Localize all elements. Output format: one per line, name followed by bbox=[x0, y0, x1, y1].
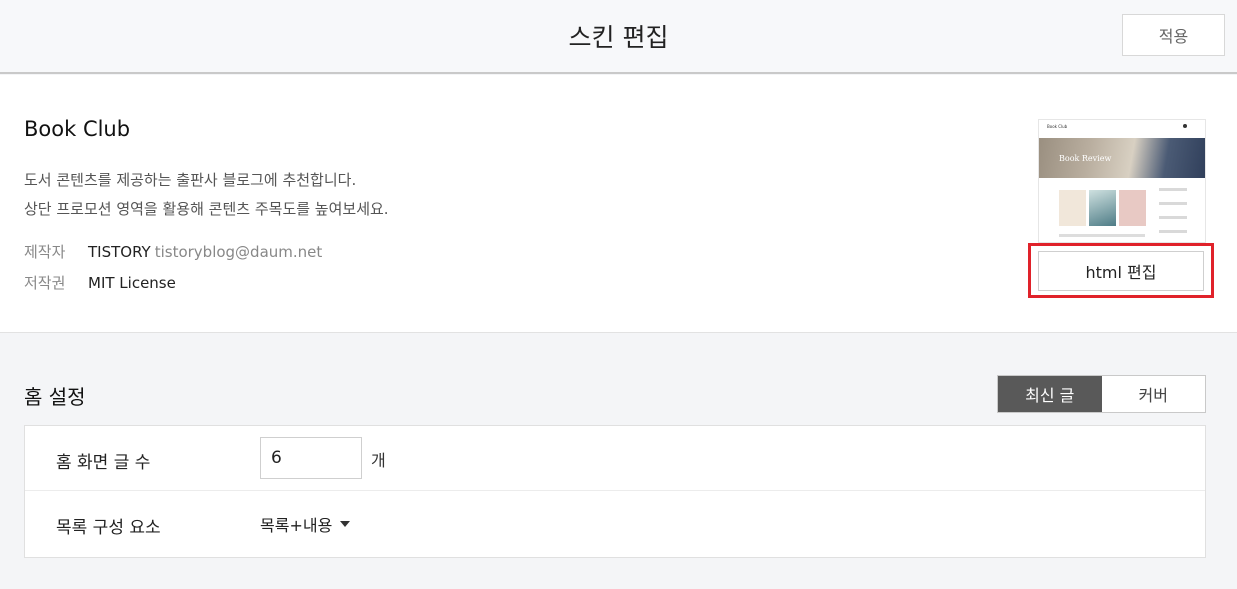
caret-down-icon bbox=[340, 521, 351, 527]
post-count-unit: 개 bbox=[371, 451, 386, 470]
list-composition-select[interactable]: 목록+내용 bbox=[260, 512, 351, 536]
preview-sidebar-line bbox=[1159, 230, 1187, 233]
preview-sidebar-line bbox=[1159, 216, 1187, 219]
list-composition-label: 목록 구성 요소 bbox=[56, 518, 161, 538]
apply-button[interactable]: 적용 bbox=[1122, 14, 1225, 56]
home-type-tabs: 최신 글 커버 bbox=[997, 375, 1206, 413]
tab-cover[interactable]: 커버 bbox=[1101, 376, 1205, 412]
skin-preview-thumbnail: Book Club Book Review bbox=[1038, 119, 1206, 243]
preview-menu-icon bbox=[1183, 124, 1187, 128]
skin-info-panel: Book Club 도서 콘텐츠를 제공하는 출판사 블로그에 추천합니다. 상… bbox=[0, 75, 1237, 333]
preview-card bbox=[1119, 190, 1146, 226]
preview-caption bbox=[1059, 234, 1145, 237]
home-settings-panel: 홈 화면 글 수 개 목록 구성 요소 목록+내용 bbox=[24, 425, 1206, 558]
post-count-label: 홈 화면 글 수 bbox=[56, 453, 151, 473]
license-row: 저작권 MIT License bbox=[24, 273, 176, 293]
page-title: 스킨 편집 bbox=[568, 23, 669, 52]
tab-latest-posts[interactable]: 최신 글 bbox=[998, 376, 1102, 412]
list-composition-value: 목록+내용 bbox=[260, 516, 333, 535]
author-label: 제작자 bbox=[24, 243, 66, 261]
preview-card bbox=[1059, 190, 1086, 226]
preview-banner-text: Book Review bbox=[1059, 154, 1112, 163]
description-line: 도서 콘텐츠를 제공하는 출판사 블로그에 추천합니다. bbox=[24, 171, 357, 189]
home-settings-title: 홈 설정 bbox=[24, 385, 86, 409]
preview-sidebar-line bbox=[1159, 188, 1187, 191]
html-edit-highlight: html 편집 bbox=[1028, 243, 1214, 298]
html-edit-button[interactable]: html 편집 bbox=[1038, 251, 1204, 291]
skin-name: Book Club bbox=[24, 117, 131, 141]
preview-sidebar-line bbox=[1159, 202, 1187, 205]
license-value: MIT License bbox=[88, 274, 176, 292]
author-row: 제작자 TISTORY tistoryblog@daum.net bbox=[24, 242, 322, 262]
preview-card bbox=[1089, 190, 1116, 226]
description-line: 상단 프로모션 영역을 활용해 콘텐츠 주목도를 높여보세요. bbox=[24, 200, 389, 218]
author-name: TISTORY bbox=[88, 243, 151, 261]
top-bar: 스킨 편집 적용 bbox=[0, 0, 1237, 74]
author-email: tistoryblog@daum.net bbox=[154, 243, 323, 261]
post-count-row: 홈 화면 글 수 개 bbox=[25, 426, 1205, 491]
skin-description: 도서 콘텐츠를 제공하는 출판사 블로그에 추천합니다. 상단 프로모션 영역을… bbox=[24, 166, 389, 224]
license-label: 저작권 bbox=[24, 274, 66, 292]
post-count-input[interactable] bbox=[260, 437, 362, 479]
list-composition-row: 목록 구성 요소 목록+내용 bbox=[25, 492, 1205, 557]
preview-blog-title: Book Club bbox=[1047, 124, 1068, 129]
